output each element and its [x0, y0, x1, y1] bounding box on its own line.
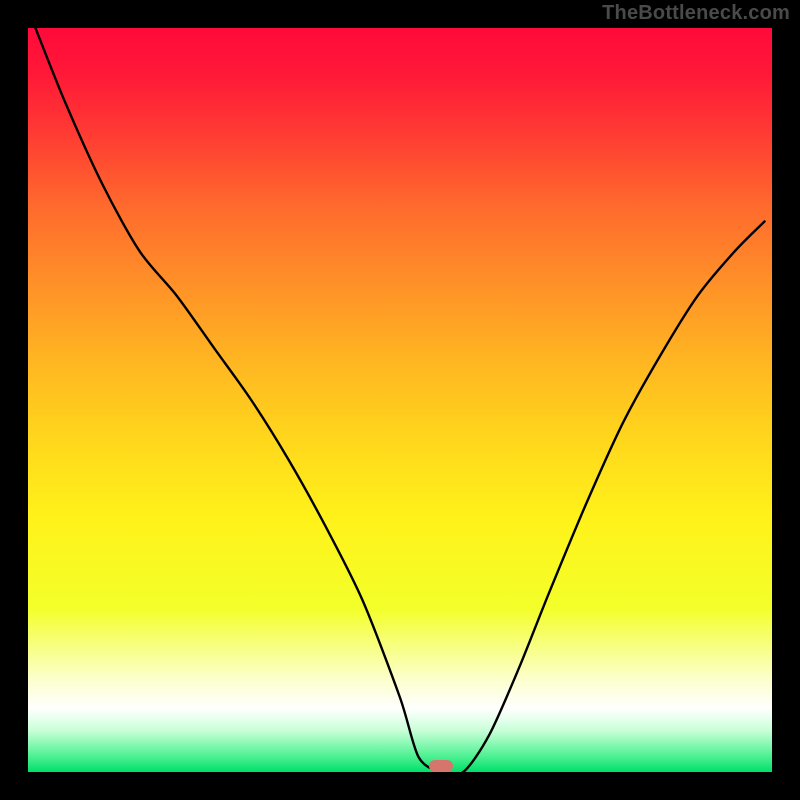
gradient-background	[28, 28, 772, 772]
watermark-label: TheBottleneck.com	[602, 2, 790, 25]
plot-area	[28, 28, 772, 772]
chart-frame: TheBottleneck.com	[0, 0, 800, 800]
plot-svg	[28, 28, 772, 772]
optimal-marker	[429, 760, 453, 772]
